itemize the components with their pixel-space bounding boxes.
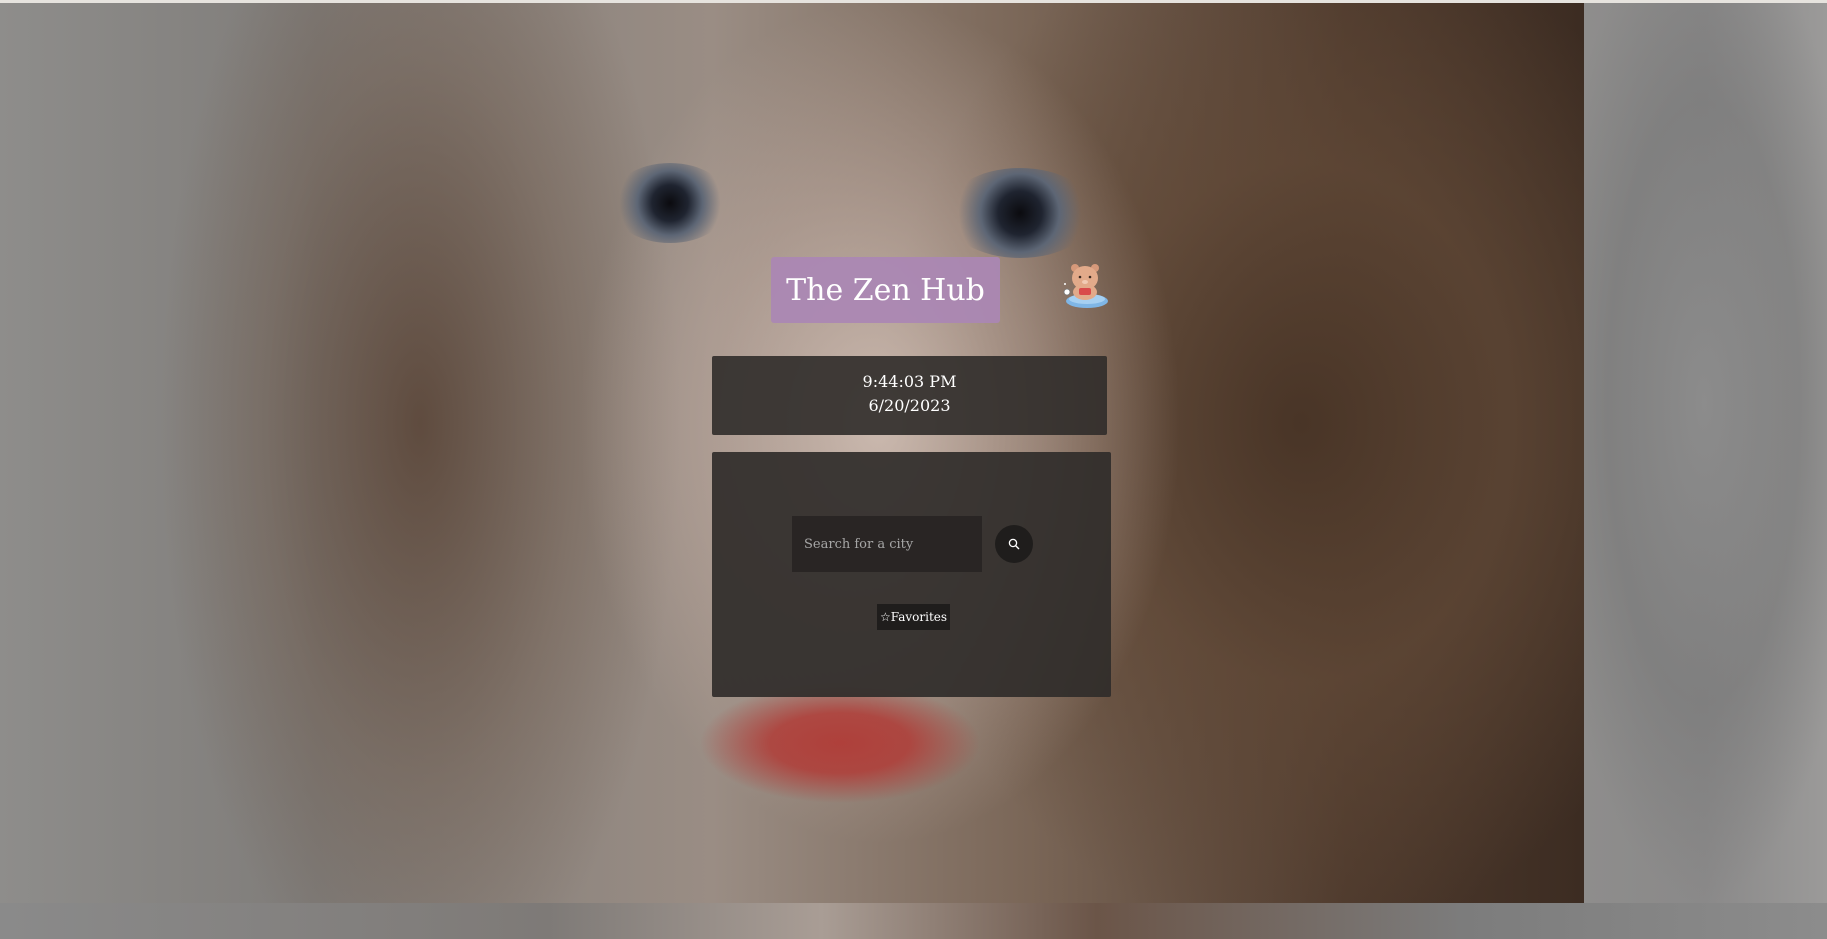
search-icon [1008,538,1020,550]
app-title-banner: The Zen Hub [771,257,1000,323]
background-eye-left [610,163,730,243]
background-eye-right [945,168,1095,258]
clock-date: 6/20/2023 [868,396,951,415]
app-title: The Zen Hub [786,272,985,308]
clock-panel: 9:44:03 PM 6/20/2023 [712,356,1107,435]
city-search-input[interactable] [792,516,982,572]
bear-mascot-icon [1060,258,1110,310]
clock-time: 9:44:03 PM [862,372,957,391]
favorites-button[interactable]: ☆Favorites [877,604,950,630]
background-photo-right-strip [1584,3,1827,903]
background-photo-bottom-strip [0,903,1827,939]
search-button[interactable] [995,525,1033,563]
weather-panel: ☆Favorites [712,452,1111,697]
